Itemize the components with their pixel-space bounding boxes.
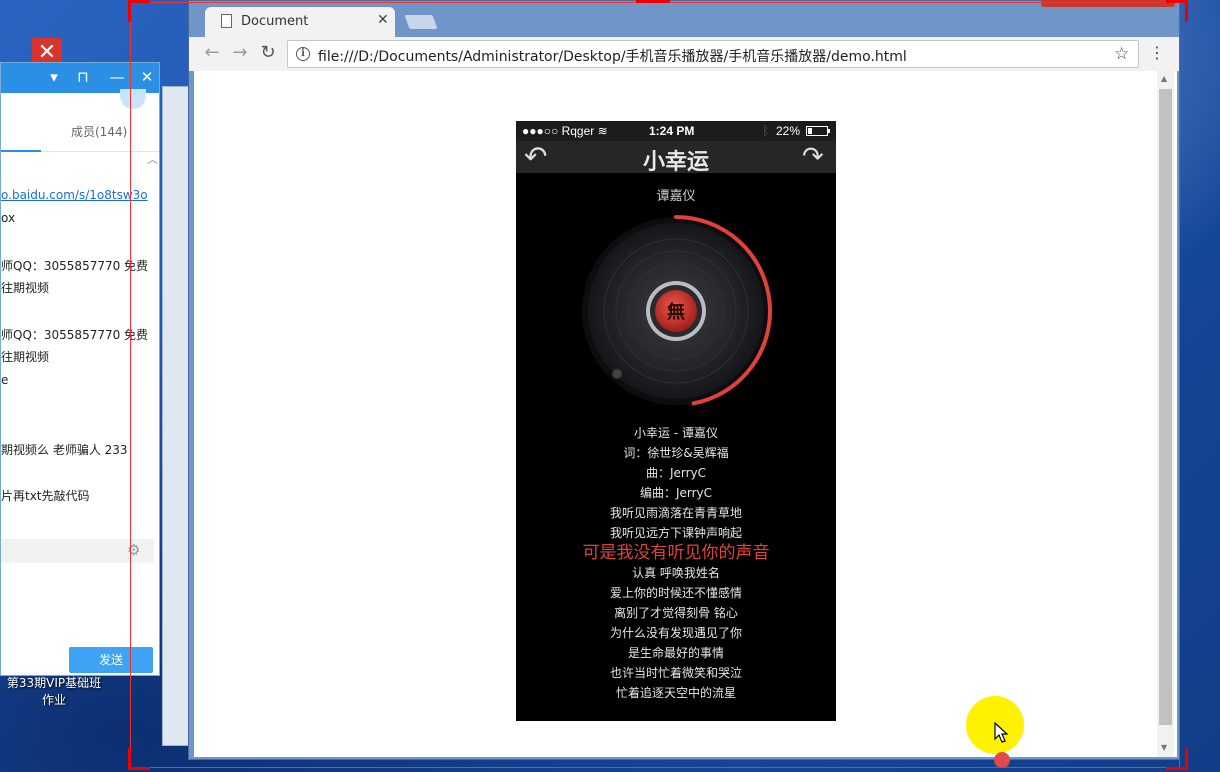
message-text: ox xyxy=(1,211,16,225)
battery-tip xyxy=(828,129,830,133)
lyric-line: 词：徐世珍&吴辉福 xyxy=(623,446,729,460)
new-tab-button[interactable] xyxy=(404,15,438,29)
info-icon[interactable]: i xyxy=(296,47,310,61)
scroll-up-icon[interactable]: ▲ xyxy=(1161,74,1167,83)
status-time: 1:24 PM xyxy=(649,124,695,138)
avatar[interactable] xyxy=(120,89,146,109)
browser-toolbar: ← → ↻ i file:///D:/Documents/Administrat… xyxy=(189,37,1179,71)
scroll-thumb[interactable] xyxy=(1159,89,1172,725)
lyric-line: 离别了才觉得刻骨 铭心 xyxy=(614,606,738,620)
message-text: 师QQ：3055857770 免费 xyxy=(1,328,149,342)
share-icon[interactable]: ↷ xyxy=(802,142,824,172)
message-text: 师QQ：3055857770 免费 xyxy=(1,259,149,273)
pin-icon[interactable]: ⊓ xyxy=(74,67,92,87)
battery-fill xyxy=(808,128,812,134)
address-bar[interactable]: i file:///D:/Documents/Administrator/Des… xyxy=(287,40,1139,68)
music-logo-icon: 無 xyxy=(667,301,685,323)
star-icon[interactable]: ☆ xyxy=(1114,44,1129,64)
lyric-line: 忙着追逐天空中的流星 xyxy=(615,686,736,700)
message-text: 片再txt先敲代码 xyxy=(1,489,90,503)
recording-corner xyxy=(128,0,150,22)
forward-icon[interactable]: → xyxy=(229,41,251,65)
status-bar: ●●●○○ Rqger ≋ 1:24 PM ᛒ 22% xyxy=(516,121,836,141)
lyric-line: 爱上你的时候还不懂感情 xyxy=(609,586,742,600)
url-text[interactable]: file:///D:/Documents/Administrator/Deskt… xyxy=(318,46,907,66)
battery-icon xyxy=(806,126,828,136)
tab-title: Document xyxy=(241,14,309,29)
wifi-icon: ≋ xyxy=(597,124,608,138)
recording-corner xyxy=(128,748,150,770)
page-icon xyxy=(221,14,232,28)
page-viewport: ▲ ▼ ●●●○○ Rqger ≋ 1:24 PM ᛒ 22% ↶ 小幸运 ↷ … xyxy=(194,71,1177,757)
message-text: 往期视频 xyxy=(1,350,50,364)
message-text: 往期视频 xyxy=(1,281,50,295)
lyric-line: 为什么没有发现遇见了你 xyxy=(609,626,742,640)
lyric-line: 是生命最好的事情 xyxy=(627,646,724,660)
message-text: e xyxy=(1,373,9,387)
song-title: 小幸运 xyxy=(642,150,709,175)
lyric-line: 小幸运 - 谭嘉仪 xyxy=(634,426,718,440)
lyric-line: 认真 呼唤我姓名 xyxy=(632,566,720,580)
mouse-cursor-icon xyxy=(994,722,1009,743)
scrollbar[interactable]: ▲ ▼ xyxy=(1157,71,1174,757)
tab-active-indicator xyxy=(1,150,41,152)
browser-window: Document ✕ ← → ↻ i file:///D:/Documents/… xyxy=(188,0,1180,760)
tab-members[interactable]: 成员(144) xyxy=(71,123,127,140)
message-link[interactable]: o.baidu.com/s/1o8tsw3o xyxy=(1,188,148,202)
message-text: 期视频么 老师骗人 233 xyxy=(1,443,128,457)
carrier-text: ●●●○○ Rqger ≋ xyxy=(522,124,608,138)
player-navbar: ↶ 小幸运 ↷ xyxy=(516,141,836,175)
click-indicator xyxy=(994,752,1010,768)
lyrics-list: 小幸运 - 谭嘉仪 词：徐世珍&吴辉福 曲：JerryC 编曲：JerryC 我听见雨滴… xyxy=(516,423,836,703)
artist-name: 谭嘉仪 xyxy=(656,189,696,204)
lyric-line-active: 可是我没有听见你的声音 xyxy=(582,543,770,563)
reload-icon[interactable]: ↻ xyxy=(257,41,279,65)
collapse-icon[interactable]: ︿ xyxy=(147,151,158,167)
browser-tab[interactable]: Document ✕ xyxy=(205,7,395,37)
back-icon[interactable]: ← xyxy=(201,41,223,65)
lyric-line: 我听见远方下课钟声响起 xyxy=(609,526,742,540)
lyric-line: 我听见雨滴落在青青草地 xyxy=(609,506,742,520)
send-button[interactable]: 发送 xyxy=(69,647,153,673)
minimize-icon[interactable]: — xyxy=(108,67,126,87)
bluetooth-icon: ᛒ xyxy=(762,124,770,138)
desktop-shortcut-label[interactable]: 第33期VIP基础班作业 xyxy=(4,675,104,709)
progress-knob[interactable] xyxy=(611,368,623,380)
close-icon[interactable]: ✕ xyxy=(138,67,156,87)
menu-icon[interactable]: ⋮ xyxy=(1149,41,1165,65)
lyric-line: 编曲：JerryC xyxy=(639,486,713,500)
lyric-line: 也许当时忙着微笑和哭泣 xyxy=(609,666,742,680)
lyric-line: 曲：JerryC xyxy=(645,466,707,480)
close-icon[interactable]: ✕ xyxy=(377,12,389,28)
recording-corner xyxy=(1166,748,1188,770)
music-player: ●●●○○ Rqger ≋ 1:24 PM ᛒ 22% ↶ 小幸运 ↷ 谭嘉仪 xyxy=(516,121,836,721)
vinyl-disc[interactable]: 無 xyxy=(576,211,776,411)
gear-icon[interactable]: ⚙ xyxy=(127,541,140,559)
recording-handle xyxy=(636,0,670,3)
recording-corner xyxy=(1166,0,1188,22)
window-controls[interactable] xyxy=(1041,0,1175,7)
battery-text: 22% xyxy=(776,124,801,138)
chat-window: ▾ ⊓ — ✕ 成员(144) ︿ o.baidu.com/s/1o8tsw3o… xyxy=(0,62,160,676)
dropdown-icon[interactable]: ▾ xyxy=(45,67,63,87)
tab-strip: Document ✕ xyxy=(189,0,1179,37)
